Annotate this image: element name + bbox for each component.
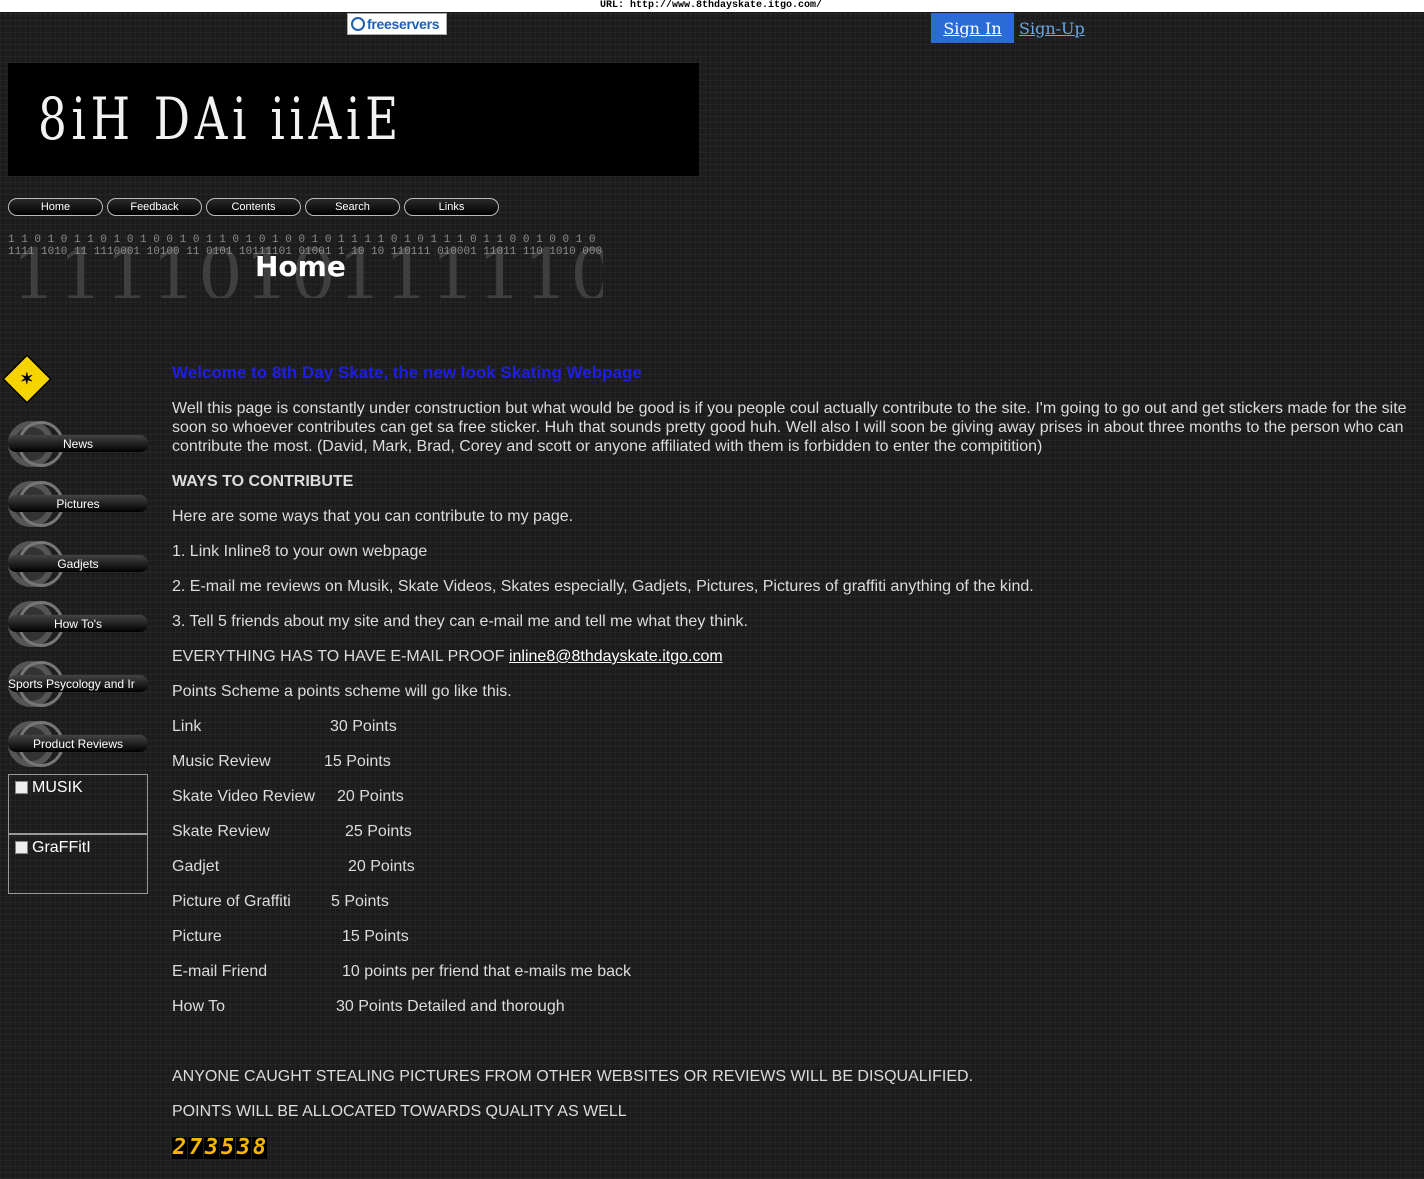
sidebar-item-sports-psycology[interactable]: Sports Psycology and Ir	[8, 661, 148, 707]
points-value: 20 Points	[348, 858, 415, 875]
email-proof-text: EVERYTHING HAS TO HAVE E-MAIL PROOF	[172, 648, 509, 665]
nav-feedback[interactable]: Feedback	[107, 198, 202, 216]
warning-disqualified: ANYONE CAUGHT STEALING PICTURES FROM OTH…	[172, 1068, 974, 1085]
sidebar-item-how-tos[interactable]: How To's	[8, 601, 148, 647]
nav-contents[interactable]: Contents	[206, 198, 301, 216]
points-value: 30 Points	[330, 718, 397, 735]
skater-glyph: ✶	[20, 371, 34, 388]
sign-in-button[interactable]: Sign In	[931, 13, 1014, 43]
sidebar-item-label: Product Reviews	[8, 735, 148, 752]
sidebar-item-label: Gadjets	[8, 555, 148, 572]
points-label: Link	[172, 718, 202, 735]
page-title: Home	[255, 250, 346, 283]
sidebar-item-label: Sports Psycology and Ir	[8, 675, 148, 692]
way-3: 3. Tell 5 friends about my site and they…	[172, 613, 748, 630]
ways-heading: WAYS TO CONTRIBUTE	[172, 473, 354, 490]
sidebar-item-label: News	[8, 435, 148, 452]
sidebar-box-musik[interactable]: MUSIK	[8, 774, 148, 834]
points-label: Music Review	[172, 753, 271, 770]
intro-paragraph: Well this page is constantly under const…	[172, 400, 1407, 455]
nav-links[interactable]: Links	[404, 198, 499, 216]
points-label: Picture	[172, 928, 222, 945]
points-label: Picture of Graffiti	[172, 893, 291, 910]
points-row: Link 30 Points	[172, 718, 397, 736]
points-label: Gadjet	[172, 858, 220, 875]
freeservers-icon	[351, 17, 365, 31]
broken-image-icon	[15, 841, 28, 854]
sidebar-box-graffiti[interactable]: GraFFitI	[8, 834, 148, 894]
counter-digit: 3	[236, 1135, 251, 1160]
points-row: How To 30 Points Detailed and thorough	[172, 998, 565, 1016]
points-row: Picture of Graffiti 5 Points	[172, 893, 389, 911]
counter-digit: 7	[188, 1135, 203, 1160]
points-scheme-intro: Points Scheme a points scheme will go li…	[172, 683, 512, 700]
nav-search[interactable]: Search	[305, 198, 400, 216]
url-label: URL: http://www.8thdayskate.itgo.com/	[600, 0, 823, 11]
points-label: E-mail Friend	[172, 963, 268, 980]
points-row: Skate Video Review 20 Points	[172, 788, 404, 806]
points-value: 25 Points	[345, 823, 412, 840]
page-headline: 11110101111101( 1 1 0 1 0 1 1 0 1 0 1 0 …	[8, 228, 603, 298]
sidebar-item-label: How To's	[8, 615, 148, 632]
points-row: E-mail Friend 10 points per friend that e…	[172, 963, 631, 981]
hit-counter: 2 7 3 5 3 8	[172, 1137, 267, 1159]
sidebar-item-gadjets[interactable]: Gadjets	[8, 541, 148, 587]
nav-home[interactable]: Home	[8, 198, 103, 216]
points-row: Gadjet 20 Points	[172, 858, 415, 876]
site-logo-text: 8iH DAi iiAiE	[38, 85, 403, 153]
sidebar-box-label: MUSIK	[32, 779, 83, 796]
points-row: Music Review 15 Points	[172, 753, 391, 771]
warning-quality: POINTS WILL BE ALLOCATED TOWARDS QUALITY…	[172, 1103, 627, 1120]
top-nav: Home Feedback Contents Search Links	[8, 198, 499, 216]
skate-sign-icon: ✶	[1, 353, 53, 405]
points-row: Skate Review 25 Points	[172, 823, 412, 841]
broken-image-icon	[15, 781, 28, 794]
email-proof: EVERYTHING HAS TO HAVE E-MAIL PROOF inli…	[172, 648, 723, 666]
counter-digit: 5	[220, 1135, 235, 1160]
points-value: 15 Points	[324, 753, 391, 770]
way-2: 2. E-mail me reviews on Musik, Skate Vid…	[172, 578, 1034, 595]
sidebar-item-product-reviews[interactable]: Product Reviews	[8, 721, 148, 767]
points-value: 20 Points	[337, 788, 404, 805]
sidebar-item-pictures[interactable]: Pictures	[8, 481, 148, 527]
counter-digit: 8	[252, 1135, 267, 1160]
points-value: 5 Points	[331, 893, 389, 910]
freeservers-label: freeservers	[367, 16, 440, 32]
counter-digit: 3	[204, 1135, 219, 1160]
points-value: 15 Points	[342, 928, 409, 945]
email-link[interactable]: inline8@8thdayskate.itgo.com	[509, 648, 723, 665]
headline-binary-row-1: 1 1 0 1 0 1 1 0 1 0 1 0 0 1 0 1 1 0 1 0 …	[8, 234, 596, 246]
sidebar-item-label: Pictures	[8, 495, 148, 512]
sign-up-link[interactable]: Sign-Up	[1019, 19, 1085, 38]
sidebar-item-news[interactable]: News	[8, 421, 148, 467]
ways-intro: Here are some ways that you can contribu…	[172, 508, 574, 525]
freeservers-logo[interactable]: freeservers	[347, 13, 447, 35]
points-label: How To	[172, 998, 226, 1015]
points-value: 30 Points Detailed and thorough	[336, 998, 565, 1015]
sidebar-box-label: GraFFitI	[32, 839, 91, 856]
points-value: 10 points per friend that e-mails me bac…	[342, 963, 632, 980]
way-1: 1. Link Inline8 to your own webpage	[172, 543, 428, 560]
site-banner: 8iH DAi iiAiE	[8, 63, 699, 176]
points-row: Picture 15 Points	[172, 928, 409, 946]
points-label: Skate Review	[172, 823, 270, 840]
counter-digit: 2	[172, 1135, 187, 1160]
points-label: Skate Video Review	[172, 788, 315, 805]
welcome-heading: Welcome to 8th Day Skate, the new look S…	[172, 363, 642, 382]
